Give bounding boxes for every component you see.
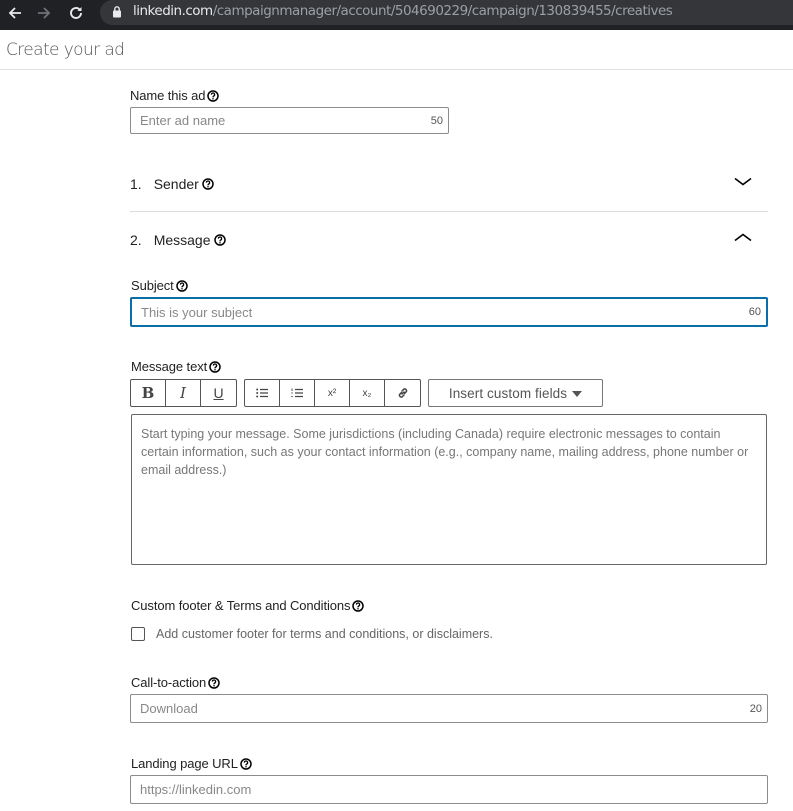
bold-button[interactable]: B — [131, 380, 166, 406]
subscript-button[interactable]: x₂ — [350, 380, 385, 406]
underline-button[interactable]: U — [201, 380, 236, 406]
call-to-action-char-counter: 20 — [749, 702, 762, 715]
custom-footer-label-text: Custom footer & Terms and Conditions — [131, 598, 351, 613]
subject-char-counter: 60 — [748, 306, 761, 318]
subject-field: 60 — [130, 297, 768, 327]
section-message[interactable]: 2. Message — [130, 212, 768, 268]
custom-footer-checkbox[interactable] — [131, 627, 145, 641]
subject-input[interactable] — [132, 299, 766, 325]
arrow-right-icon — [38, 6, 51, 19]
insert-toolbar: x² x₂ — [244, 379, 421, 407]
link-button[interactable] — [385, 380, 420, 406]
numbered-list-icon — [291, 388, 303, 398]
help-icon[interactable] — [202, 178, 214, 190]
message-text-label: Message text — [131, 359, 221, 374]
message-text-editor — [131, 414, 767, 565]
section-sender[interactable]: 1. Sender — [130, 156, 768, 212]
lock-icon — [113, 6, 121, 18]
page-title: Create your ad — [6, 40, 125, 60]
ad-name-char-counter: 50 — [430, 114, 443, 127]
help-icon[interactable] — [213, 234, 226, 246]
reload-button[interactable] — [64, 0, 88, 25]
call-to-action-field: 20 — [130, 694, 768, 723]
section-number: 2. — [130, 232, 142, 248]
help-icon[interactable] — [207, 89, 220, 102]
section-name: Message — [153, 232, 211, 248]
caret-down-icon — [572, 391, 583, 397]
arrow-left-icon — [8, 6, 21, 19]
section-name: Sender — [153, 176, 199, 192]
ad-name-input[interactable] — [131, 108, 448, 133]
landing-page-url-label: Landing page URL — [131, 756, 252, 771]
landing-page-url-label-text: Landing page URL — [131, 756, 238, 771]
back-button[interactable] — [3, 0, 27, 25]
underline-icon: U — [213, 385, 224, 401]
superscript-icon: x² — [327, 387, 337, 399]
ad-name-label-text: Name this ad — [130, 88, 206, 103]
insert-custom-fields-dropdown[interactable]: Insert custom fields — [428, 379, 603, 407]
subject-label-text: Subject — [131, 278, 174, 293]
custom-footer-checkbox-label[interactable]: Add customer footer for terms and condit… — [156, 627, 493, 641]
help-icon[interactable] — [240, 757, 252, 770]
call-to-action-input[interactable] — [131, 695, 767, 722]
help-icon[interactable] — [175, 279, 188, 292]
bulleted-list-icon — [256, 388, 268, 398]
link-icon — [398, 388, 407, 398]
help-icon[interactable] — [352, 599, 365, 612]
italic-button[interactable]: I — [166, 380, 201, 406]
text-format-toolbar: B I U — [130, 379, 237, 407]
chevron-up-icon[interactable] — [734, 232, 752, 242]
url-path: /campaignmanager/account/504690229/campa… — [212, 3, 673, 19]
url-host: linkedin.com — [133, 3, 213, 19]
numbered-list-button[interactable] — [280, 380, 315, 406]
call-to-action-label: Call-to-action — [131, 675, 220, 690]
page-header: Create your ad — [0, 30, 793, 70]
landing-page-url-field — [130, 775, 768, 804]
browser-toolbar: linkedin.com/campaignmanager/account/504… — [0, 0, 793, 30]
message-text-input[interactable] — [141, 425, 757, 554]
italic-icon: I — [180, 384, 186, 402]
subscript-icon: x₂ — [362, 387, 372, 399]
section-sender-title: 1. Sender — [130, 176, 214, 192]
forward-button[interactable] — [32, 0, 56, 25]
message-text-label-text: Message text — [131, 359, 208, 374]
ad-name-label: Name this ad — [130, 88, 220, 103]
custom-footer-label: Custom footer & Terms and Conditions — [131, 598, 365, 613]
custom-footer-option: Add customer footer for terms and condit… — [131, 627, 493, 641]
ad-name-field: 50 — [130, 107, 449, 134]
landing-page-url-input[interactable] — [131, 776, 767, 803]
call-to-action-label-text: Call-to-action — [131, 675, 207, 690]
reload-icon — [70, 6, 82, 19]
chevron-down-icon[interactable] — [734, 177, 752, 187]
section-number: 1. — [130, 176, 142, 192]
bulleted-list-button[interactable] — [245, 380, 280, 406]
url-text[interactable]: linkedin.com/campaignmanager/account/504… — [133, 3, 673, 19]
superscript-button[interactable]: x² — [315, 380, 350, 406]
insert-custom-fields-label: Insert custom fields — [448, 385, 568, 401]
bold-icon: B — [141, 384, 155, 402]
help-icon[interactable] — [209, 360, 221, 373]
help-icon[interactable] — [208, 676, 220, 689]
subject-label: Subject — [131, 278, 188, 293]
section-message-title: 2. Message — [130, 232, 226, 248]
